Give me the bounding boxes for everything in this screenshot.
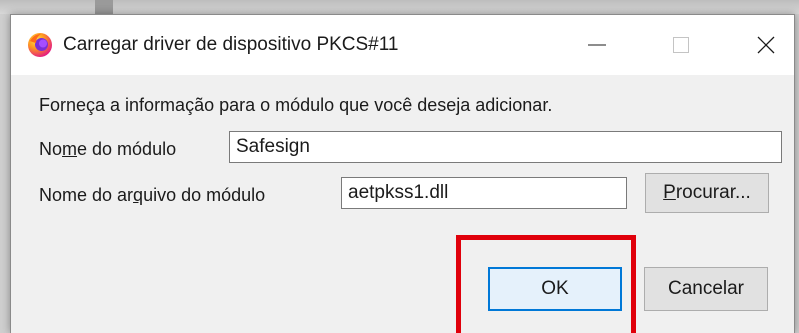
module-file-label-end: uivo do módulo <box>143 185 266 205</box>
maximize-button[interactable] <box>651 15 711 75</box>
module-name-input[interactable] <box>229 131 782 163</box>
module-file-input[interactable] <box>341 177 627 209</box>
module-file-label-start: Nome do ar <box>39 185 134 205</box>
instruction-text: Forneça a informação para o módulo que v… <box>39 95 553 115</box>
browse-label-accel: P <box>663 182 676 203</box>
browse-label-rest: rocurar... <box>675 182 751 203</box>
module-file-label-accel: q <box>133 185 144 205</box>
dialog-content: Forneça a informação para o módulo que v… <box>11 75 794 333</box>
ok-button[interactable]: OK <box>488 267 622 311</box>
browse-button[interactable]: Procurar... <box>645 173 769 213</box>
module-name-label-start: No <box>39 139 63 159</box>
module-name-label-accel: m <box>62 139 78 159</box>
close-icon <box>757 36 775 54</box>
cancel-button[interactable]: Cancelar <box>644 267 768 311</box>
dialog-title: Carregar driver de dispositivo PKCS#11 <box>63 34 399 55</box>
minimize-button[interactable] <box>567 15 627 75</box>
module-name-label-end: e do módulo <box>77 139 177 159</box>
module-name-label: Nome do módulo <box>39 139 176 160</box>
pkcs11-load-driver-dialog: Carregar driver de dispositivo PKCS#11 F… <box>10 14 795 333</box>
module-file-label: Nome do arquivo do módulo <box>39 185 265 206</box>
minimize-icon <box>588 44 606 46</box>
background-window-strip <box>0 0 799 14</box>
maximize-icon <box>673 37 689 53</box>
background-scrollbar <box>95 0 113 14</box>
title-bar[interactable]: Carregar driver de dispositivo PKCS#11 <box>11 15 794 75</box>
firefox-icon <box>27 32 53 58</box>
close-button[interactable] <box>736 15 796 75</box>
